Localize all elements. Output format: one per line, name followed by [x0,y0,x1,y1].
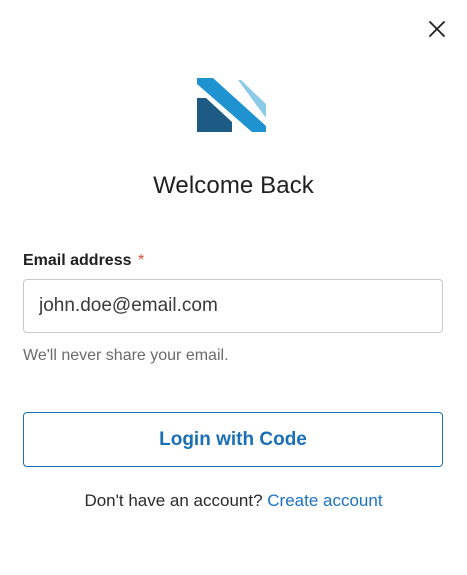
email-label: Email address * [23,252,144,270]
required-indicator: * [137,252,145,269]
page-title: Welcome Back [153,172,314,199]
signup-prompt-text: Don't have an account? [84,491,263,510]
email-helper-text: We'll never share your email. [23,347,229,364]
email-label-text: Email address [23,252,132,269]
create-account-link[interactable]: Create account [267,491,382,510]
brand-logo-icon [197,78,266,132]
login-with-code-button[interactable]: Login with Code [23,412,443,467]
close-button[interactable] [426,18,448,40]
login-dialog: Welcome Back Email address * We'll never… [0,0,467,575]
close-icon [429,21,445,37]
signup-prompt: Don't have an account? Create account [0,491,467,511]
email-field[interactable] [23,279,443,333]
